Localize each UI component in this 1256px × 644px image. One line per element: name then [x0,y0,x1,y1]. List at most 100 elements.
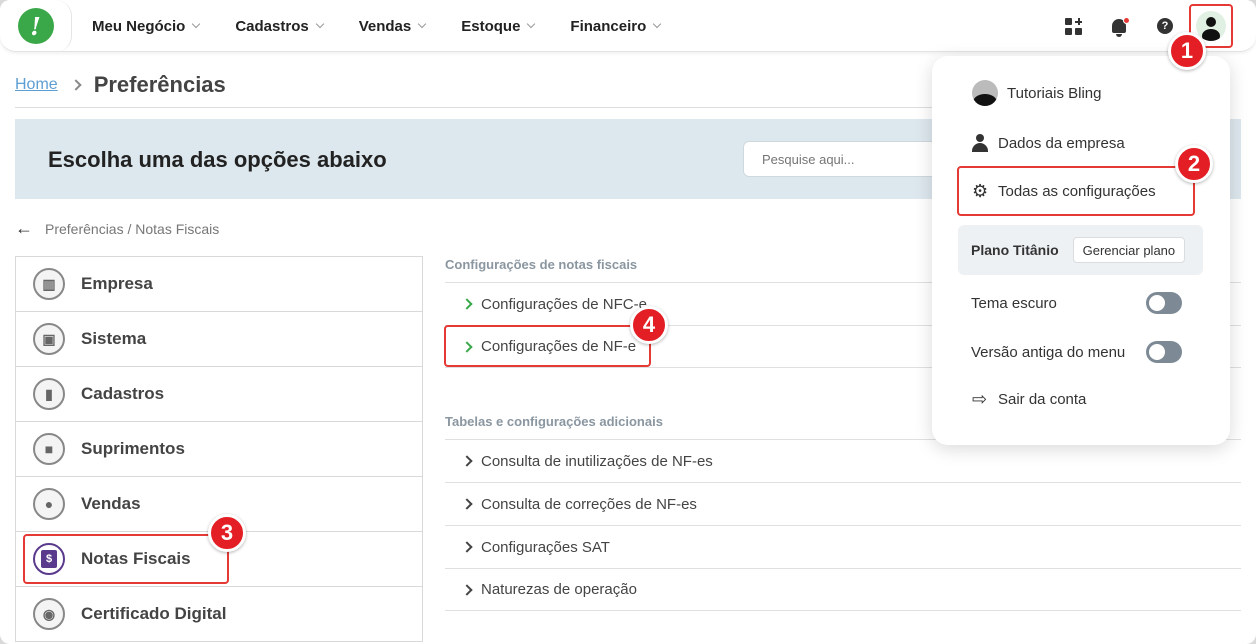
search-input[interactable] [743,141,953,177]
dropdown-dark-theme: Tema escuro [932,290,1230,316]
people-icon: ● [33,488,65,520]
chevron-right-icon [461,541,473,553]
nav-label: Estoque [461,17,521,35]
chevron-down-icon [653,19,662,29]
profile-dropdown: Tutoriais Bling Dados da empresa ⚙ Todas… [932,56,1230,445]
step-badge-4: 4 [630,306,668,344]
category-sistema[interactable]: ▣ Sistema [16,312,422,367]
divider [15,107,940,108]
arrow-left-icon[interactable]: ← [15,218,33,239]
step-badge-3: 3 [208,514,246,552]
chevron-down-icon [527,19,536,29]
table-label: Naturezas de operação [481,581,637,598]
help-icon: ? [1157,18,1173,34]
old-menu-label: Versão antiga do menu [971,343,1126,361]
dropdown-all-settings[interactable]: ⚙ Todas as configurações [932,178,1230,204]
logout-label: Sair da conta [998,390,1087,408]
correcoes-item[interactable]: Consulta de correções de NF-es [445,482,1241,525]
old-menu-toggle[interactable] [1146,341,1182,363]
chevron-right-icon [461,340,473,353]
nav-cadastros[interactable]: Cadastros [235,17,324,35]
category-label: Certificado Digital [81,604,227,623]
top-navbar: ! Meu Negócio Cadastros Vendas Estoque F… [0,0,1256,52]
banner-title: Escolha uma das opções abaixo [48,147,387,172]
additional-tables-list: Consulta de inutilizações de NF-es Consu… [445,439,1241,611]
nav-label: Meu Negócio [92,17,186,35]
person-icon [972,134,988,152]
chevron-right-icon [461,298,473,310]
book-icon: ▮ [33,378,65,410]
chevron-right-icon [461,583,473,596]
avatar-icon [1196,11,1226,41]
logo-container[interactable]: ! [0,0,72,52]
table-label: Consulta de correções de NF-es [481,495,697,513]
dropdown-old-menu: Versão antiga do menu [932,339,1230,365]
company-label: Dados da empresa [998,134,1125,152]
breadcrumb-home-link[interactable]: Home [15,76,58,94]
nav-label: Vendas [358,17,412,35]
chevron-down-icon [417,19,427,29]
nav-meu-negocio[interactable]: Meu Negócio [92,17,201,35]
nav-financeiro[interactable]: Financeiro [570,17,662,35]
bling-logo[interactable]: ! [17,8,54,44]
preferences-category-list: ▥ Empresa ▣ Sistema ▮ Cadastros ■ Suprim… [15,256,423,642]
dark-theme-label: Tema escuro [971,294,1057,312]
dropdown-user[interactable]: Tutoriais Bling [932,78,1230,108]
gear-icon: ⚙ [972,181,989,201]
category-label: Cadastros [81,384,165,403]
building-icon: ▥ [33,268,65,300]
invoice-glyph: $ [41,550,57,568]
table-label: Consulta de inutilizações de NF-es [481,452,713,470]
user-name: Tutoriais Bling [1007,84,1102,102]
category-label: Sistema [81,329,147,348]
step-badge-2: 2 [1175,145,1213,183]
monitor-icon: ▣ [33,323,65,355]
user-avatar-icon [972,80,998,106]
chevron-right-icon [461,455,473,467]
step-badge-1: 1 [1168,32,1206,70]
plan-name: Plano Titânio [971,242,1059,258]
apps-icon [1064,17,1082,35]
category-label: Empresa [81,274,153,293]
page-title: Preferências [93,72,226,97]
lock-icon: ◉ [33,598,65,630]
section-title-tabelas: Tabelas e configurações adicionais [445,414,663,429]
nav-estoque[interactable]: Estoque [461,17,536,35]
logout-icon: ⇨ [972,388,988,409]
plan-box: Plano Titânio Gerenciar plano [958,225,1203,275]
nav-label: Cadastros [235,17,309,35]
breadcrumb: Home Preferências [15,72,226,98]
naturezas-item[interactable]: Naturezas de operação [445,568,1241,611]
app-window: ! Meu Negócio Cadastros Vendas Estoque F… [0,0,1256,644]
config-label: Configurações de NFC-e [481,295,647,313]
inutilizacoes-item[interactable]: Consulta de inutilizações de NF-es [445,439,1241,482]
notification-dot [1123,17,1130,24]
category-label: Vendas [81,494,141,513]
notifications-button[interactable] [1096,3,1142,49]
main-nav: Meu Negócio Cadastros Vendas Estoque Fin… [92,0,662,52]
nav-label: Financeiro [570,17,647,35]
category-certificado-digital[interactable]: ◉ Certificado Digital [16,587,422,642]
category-suprimentos[interactable]: ■ Suprimentos [16,422,422,477]
back-navigation[interactable]: ← Preferências / Notas Fiscais [15,218,219,239]
dark-theme-toggle[interactable] [1146,292,1182,314]
box-icon: ■ [33,433,65,465]
manage-plan-button[interactable]: Gerenciar plano [1072,237,1186,263]
invoice-icon: $ [33,543,65,575]
chevron-down-icon [315,19,324,29]
nav-vendas[interactable]: Vendas [358,17,427,35]
apps-button[interactable] [1050,3,1096,49]
category-label: Suprimentos [81,439,185,458]
table-label: Configurações SAT [481,538,610,556]
config-label: Configurações de NF-e [481,338,637,355]
topbar-actions: ? [1050,0,1234,52]
chevron-down-icon [192,19,201,29]
chevron-right-icon [461,498,473,510]
sat-config-item[interactable]: Configurações SAT [445,525,1241,568]
category-cadastros[interactable]: ▮ Cadastros [16,367,422,422]
category-label: Notas Fiscais [81,549,191,568]
dropdown-logout[interactable]: ⇨ Sair da conta [932,386,1230,412]
category-empresa[interactable]: ▥ Empresa [16,257,422,312]
section-title-notas-fiscais: Configurações de notas fiscais [445,257,638,272]
chevron-right-icon [70,79,82,91]
